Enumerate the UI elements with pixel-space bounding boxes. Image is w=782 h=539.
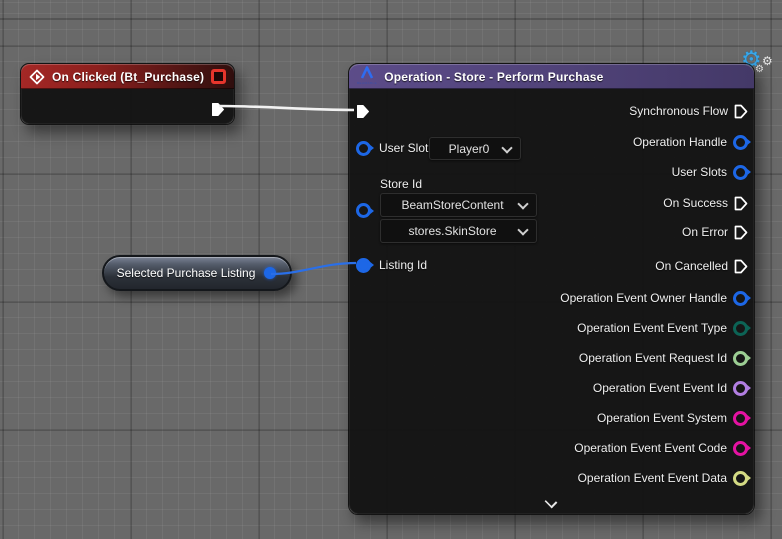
output-row-operation-event-event-id: Operation Event Event Id — [593, 380, 748, 396]
store-id-type-dropdown[interactable]: BeamStoreContent — [380, 193, 537, 217]
pin-label: Operation Event Event Id — [593, 381, 727, 395]
exec-pin[interactable] — [734, 259, 748, 274]
input-row-listing-id: Listing Id — [356, 257, 427, 273]
data-pin[interactable] — [733, 291, 748, 306]
user-slot-dropdown-value: Player0 — [449, 142, 502, 156]
pin-label: On Error — [682, 225, 728, 239]
exec-pin[interactable] — [734, 104, 748, 119]
pin-label: Operation Handle — [633, 135, 727, 149]
user-slot-dropdown[interactable]: Player0 — [429, 137, 521, 160]
beamable-logo-icon: BEAMABLE — [357, 66, 377, 87]
output-row-operation-event-event-data: Operation Event Event Data — [578, 470, 748, 486]
listing-id-pin[interactable] — [356, 258, 371, 273]
expand-node-chevron-icon[interactable] — [545, 496, 557, 508]
exec-wire — [219, 106, 354, 110]
main-node-header[interactable]: BEAMABLE Operation - Store - Perform Pur… — [349, 64, 754, 89]
chevron-down-icon — [517, 198, 528, 209]
output-row-synchronous-flow: Synchronous Flow — [629, 103, 748, 119]
blueprint-graph-canvas[interactable]: On Clicked (Bt_Purchase) BEAMABLE Operat… — [0, 0, 782, 539]
store-id-type-value: BeamStoreContent — [401, 198, 515, 212]
pin-label: On Cancelled — [655, 259, 728, 273]
output-row-operation-event-event-code: Operation Event Event Code — [574, 440, 748, 456]
data-pin[interactable] — [733, 441, 748, 456]
pin-label: Operation Event System — [597, 411, 727, 425]
event-diamond-icon — [29, 69, 45, 85]
store-id-item-dropdown[interactable]: stores.SkinStore — [380, 219, 537, 243]
store-id-pin[interactable] — [356, 203, 371, 218]
input-row-user-slot: User Slot — [356, 140, 428, 156]
variable-output-pin[interactable] — [264, 267, 276, 279]
pin-label: Operation Event Owner Handle — [560, 291, 727, 305]
pin-label: On Success — [663, 196, 728, 210]
node-on-clicked-event[interactable]: On Clicked (Bt_Purchase) — [20, 63, 235, 125]
output-row-operation-event-system: Operation Event System — [597, 410, 748, 426]
pin-label: Operation Event Event Type — [577, 321, 727, 335]
delegate-pin-icon[interactable] — [211, 69, 226, 84]
output-row-on-error: On Error — [682, 224, 748, 240]
data-pin[interactable] — [733, 321, 748, 336]
chevron-down-icon — [501, 142, 512, 153]
output-row-operation-handle: Operation Handle — [633, 134, 748, 150]
data-pin[interactable] — [733, 471, 748, 486]
listing-id-label: Listing Id — [379, 258, 427, 272]
pin-label: User Slots — [672, 165, 727, 179]
exec-pin[interactable] — [734, 225, 748, 240]
pin-label: Operation Event Event Data — [578, 471, 727, 485]
pin-label: Operation Event Request Id — [579, 351, 727, 365]
node-selected-purchase-listing-getter[interactable]: Selected Purchase Listing — [102, 255, 292, 291]
event-node-header[interactable]: On Clicked (Bt_Purchase) — [21, 64, 234, 89]
exec-pin[interactable] — [734, 196, 748, 211]
gear-icon: ⚙ — [755, 64, 764, 75]
input-row-store-id-label: Store Id — [380, 176, 422, 192]
output-row-operation-event-event-type: Operation Event Event Type — [577, 320, 748, 336]
output-row-user-slots: User Slots — [672, 164, 748, 180]
gear-icon: ⚙ — [762, 54, 773, 68]
event-node-title: On Clicked (Bt_Purchase) — [52, 70, 204, 84]
data-pin[interactable] — [733, 411, 748, 426]
pin-label: Operation Event Event Code — [574, 441, 727, 455]
node-operation-store-perform-purchase[interactable]: BEAMABLE Operation - Store - Perform Pur… — [348, 63, 755, 515]
output-row-on-success: On Success — [663, 195, 748, 211]
store-id-label: Store Id — [380, 177, 422, 191]
main-node-title: Operation - Store - Perform Purchase — [384, 70, 603, 84]
store-id-item-value: stores.SkinStore — [408, 224, 508, 238]
output-row-operation-event-request-id: Operation Event Request Id — [579, 350, 748, 366]
exec-input-pin[interactable] — [356, 104, 370, 119]
data-pin[interactable] — [733, 135, 748, 150]
output-row-on-cancelled: On Cancelled — [655, 258, 748, 274]
data-pin[interactable] — [733, 351, 748, 366]
output-row-operation-event-owner-handle: Operation Event Owner Handle — [560, 290, 748, 306]
data-pin[interactable] — [733, 165, 748, 180]
exec-output-pin[interactable] — [211, 102, 225, 117]
user-slot-label: User Slot — [379, 141, 428, 155]
chevron-down-icon — [517, 224, 528, 235]
data-pin[interactable] — [733, 381, 748, 396]
pin-label: Synchronous Flow — [629, 104, 728, 118]
user-slot-pin[interactable] — [356, 141, 371, 156]
variable-label: Selected Purchase Listing — [104, 266, 290, 280]
